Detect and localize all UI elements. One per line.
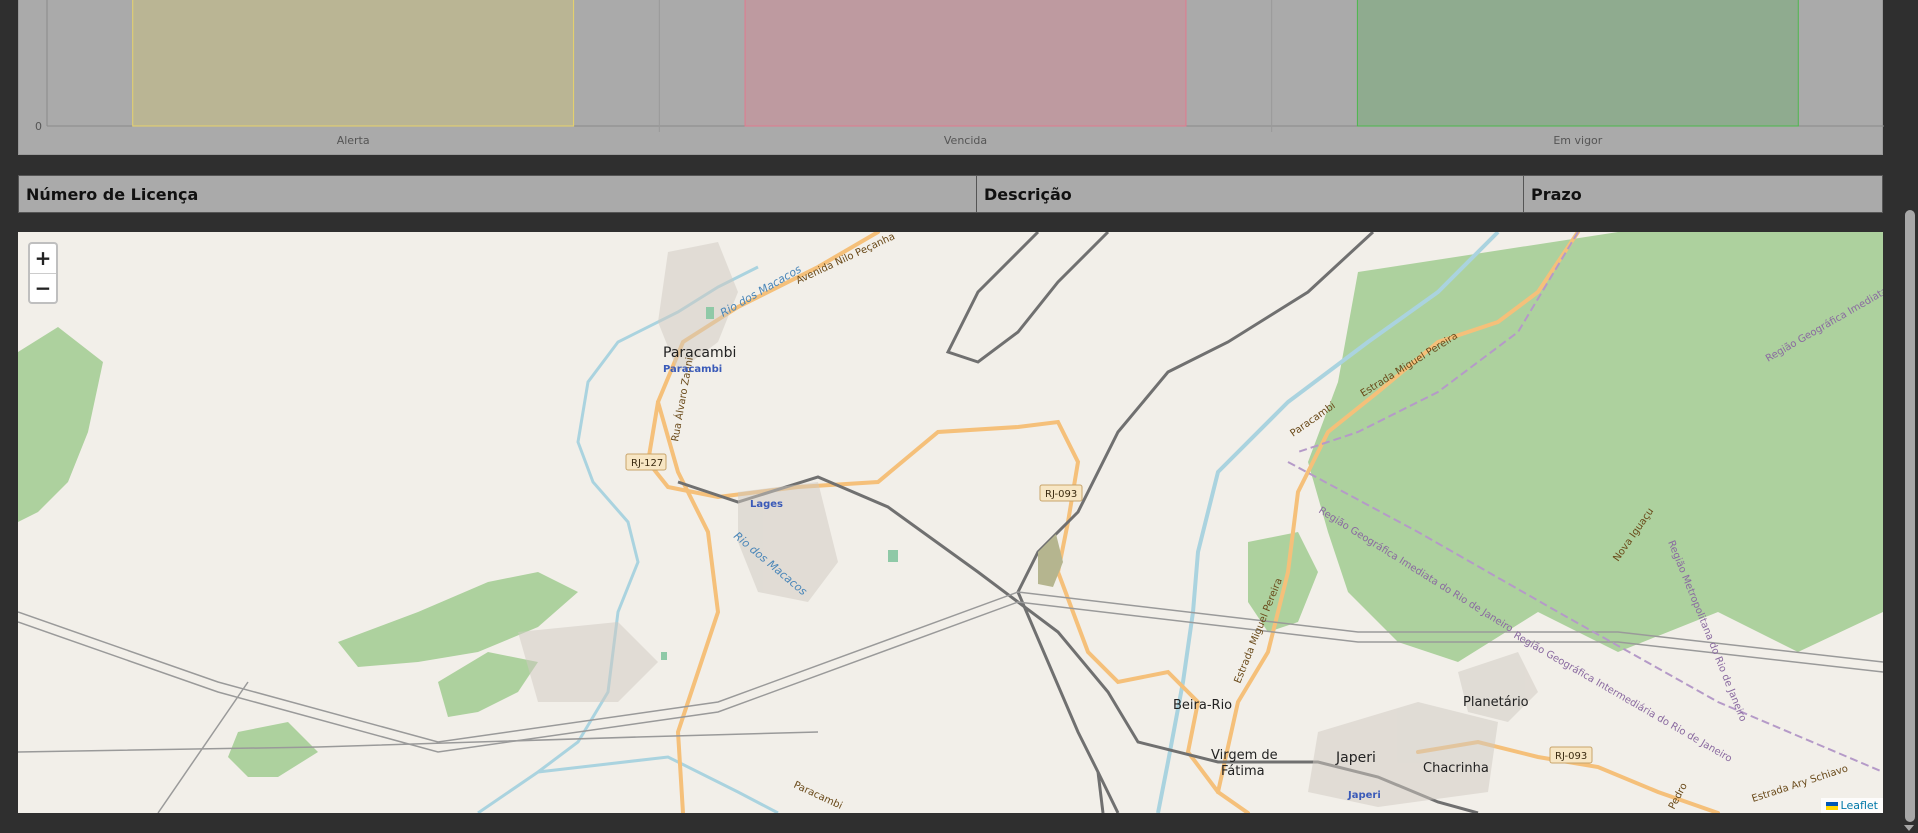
rj127-shield: RJ-127 [625, 453, 667, 471]
rail-label-paracambi-2: Paracambi [792, 780, 844, 812]
place-label-japeri: Japeri [1335, 750, 1376, 766]
map-attribution: Leaflet [1820, 798, 1883, 813]
chart-panel: 0 Alerta Vencida Em vigor [18, 0, 1884, 155]
x-tick-label: Vencida [944, 134, 987, 147]
place-label-beira-rio: Beira-Rio [1173, 698, 1232, 713]
y-tick-label: 0 [35, 120, 42, 133]
place-label-virgem-2: Fátima [1221, 764, 1265, 779]
x-tick-label: Alerta [337, 134, 370, 147]
column-header-description[interactable]: Descrição [976, 175, 1524, 213]
svg-text:RJ-093: RJ-093 [1555, 751, 1587, 762]
svg-text:RJ-093: RJ-093 [1045, 489, 1077, 500]
leaflet-link[interactable]: Leaflet [1841, 799, 1878, 812]
rj093-shield-b: RJ-093 [1549, 746, 1593, 764]
column-header-deadline[interactable]: Prazo [1523, 175, 1883, 213]
scrollbar[interactable] [1900, 0, 1918, 833]
place-label-virgem-1: Virgem de [1211, 748, 1278, 763]
scrollbar-thumb[interactable] [1905, 210, 1915, 822]
bar-vencida[interactable] [744, 0, 1187, 127]
svg-text:RJ-127: RJ-127 [631, 458, 663, 469]
station-label-japeri: Japeri [1347, 790, 1381, 801]
bar-em-vigor[interactable] [1356, 0, 1799, 127]
license-table: Número de Licença Descrição Prazo [18, 175, 1883, 213]
place-label-chacrinha: Chacrinha [1423, 761, 1489, 776]
column-header-license-number[interactable]: Número de Licença [18, 175, 977, 213]
zoom-control: + − [28, 242, 58, 304]
road-label-nilo: Avenida Nilo Peçanha [795, 232, 897, 287]
place-label-paracambi: Paracambi [663, 345, 736, 361]
table-header-row: Número de Licença Descrição Prazo [18, 175, 1883, 213]
place-label-planetario: Planetário [1463, 695, 1529, 710]
zoom-out-button[interactable]: − [30, 274, 56, 303]
bar-chart: 0 Alerta Vencida Em vigor [35, 0, 1884, 147]
zoom-in-button[interactable]: + [30, 244, 56, 274]
x-tick-label: Em vigor [1553, 134, 1602, 147]
forest-areas [18, 232, 1883, 777]
bar-alerta[interactable] [132, 0, 575, 127]
map[interactable]: RJ-127 RJ-093 RJ-093 Avenida Nilo Peçanh… [18, 232, 1883, 813]
station-label-lages: Lages [750, 499, 783, 510]
ukraine-flag-icon [1825, 802, 1838, 810]
station-label-paracambi: Paracambi [663, 364, 722, 375]
map-tiles[interactable]: RJ-127 RJ-093 RJ-093 Avenida Nilo Peçanh… [18, 232, 1883, 813]
rj093-shield-a: RJ-093 [1039, 484, 1083, 502]
scroll-down-arrow-icon[interactable] [1904, 825, 1914, 831]
